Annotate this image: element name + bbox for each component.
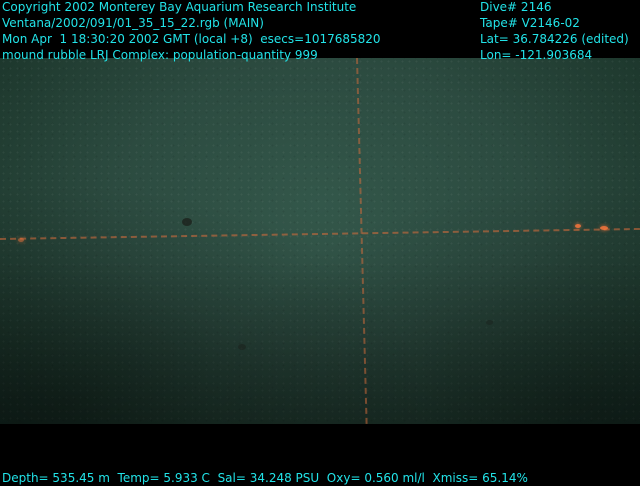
seafloor-video-image [0,58,640,424]
tape-number-text: Tape# V2146-02 [480,16,580,30]
seafloor-rock [238,344,246,350]
copyright-text: Copyright 2002 Monterey Bay Aquarium Res… [2,0,357,14]
overlay-right-block: Dive# 2146 Tape# V2146-02 Lat= 36.784226… [480,0,629,63]
sensor-readout-text: Depth= 535.45 m Temp= 5.933 C Sal= 34.24… [2,471,528,485]
datetime-text: Mon Apr 1 18:30:20 2002 GMT (local +8) e… [2,32,381,46]
overlay-left-block: Copyright 2002 Monterey Bay Aquarium Res… [2,0,381,63]
seafloor-rock [182,218,192,226]
annotation-text: mound rubble LRJ Complex: population-qua… [2,48,318,62]
dive-number-text: Dive# 2146 [480,0,552,14]
latitude-text: Lat= 36.784226 (edited) [480,32,629,46]
laser-spot [575,224,581,228]
laser-spot [18,238,24,242]
lighting-vignette [0,58,640,424]
file-name-text: Ventana/2002/091/01_35_15_22.rgb (MAIN) [2,16,264,30]
longitude-text: Lon= -121.903684 [480,48,593,62]
seafloor-rock [486,320,493,325]
laser-spot [600,226,608,230]
video-frame: Copyright 2002 Monterey Bay Aquarium Res… [0,0,640,486]
